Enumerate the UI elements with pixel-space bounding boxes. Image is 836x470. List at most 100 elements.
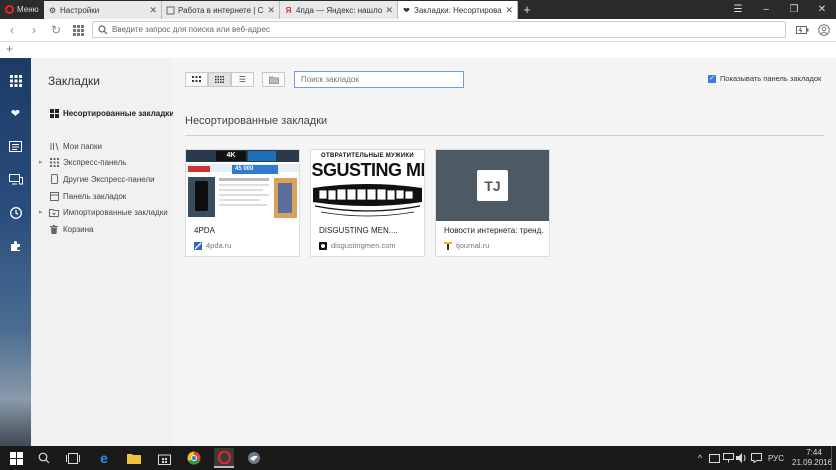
page-icon — [166, 6, 175, 15]
close-icon[interactable]: ✕ — [267, 5, 275, 16]
sidebar-item-label: Экспресс-панель — [63, 157, 127, 167]
minimize-icon[interactable]: – — [752, 0, 780, 19]
thumb-promo-4k: 4K — [216, 151, 246, 161]
bookmark-thumbnail: ОТВРАТИТЕЛЬНЫЕ МУЖИКИ ISGUSTING ME — [311, 150, 424, 221]
sidebar-item-speed-dial[interactable]: Экспресс-панель — [49, 157, 126, 167]
app-bird-icon[interactable] — [246, 450, 262, 466]
tab-yandex-search[interactable]: Я 4пда — Яндекс: нашлось ✕ — [280, 1, 398, 19]
search-icon[interactable] — [36, 450, 52, 466]
news-icon[interactable] — [8, 139, 23, 154]
opera-taskbar-icon[interactable] — [214, 448, 234, 468]
back-icon[interactable]: ‹ — [4, 22, 20, 38]
sidebar-item-other-speed-dials[interactable]: Другие Экспресс-панели — [49, 174, 155, 184]
expand-arrow-icon[interactable]: ▸ — [39, 208, 43, 216]
expand-arrow-icon[interactable]: ▸ — [39, 158, 43, 166]
maximize-icon[interactable]: ❐ — [780, 0, 808, 19]
close-icon[interactable]: ✕ — [385, 5, 393, 16]
sidebar-title: Закладки — [48, 74, 100, 88]
thumb-promo-price: 45 000 — [232, 165, 278, 174]
favicon-disgustingmen-icon — [319, 241, 327, 250]
bookmark-card-disgustingmen[interactable]: ОТВРАТИТЕЛЬНЫЕ МУЖИКИ ISGUSTING ME DISGU… — [310, 149, 425, 257]
sidebar-item-my-folders[interactable]: Мои папки — [49, 141, 102, 151]
speed-dial-icon[interactable] — [8, 73, 23, 88]
checkbox-checked-icon[interactable]: ✓ — [708, 74, 716, 83]
new-tab-button[interactable]: + — [518, 0, 536, 19]
battery-saver-icon[interactable] — [794, 22, 810, 38]
windows-taskbar: e ^ РУС 7:44 21.09.2016 — [0, 446, 836, 470]
bookmarks-heart-icon[interactable]: ❤ — [8, 106, 23, 121]
view-small-grid-button[interactable] — [208, 72, 231, 87]
notifications-icon[interactable] — [748, 450, 764, 466]
windows-start-icon[interactable] — [8, 450, 24, 466]
task-view-icon[interactable] — [65, 450, 81, 466]
bookmark-card-tjournal[interactable]: TJ Новости интернета: тренд... tjournal.… — [435, 149, 550, 257]
favicon-tjournal-icon — [444, 241, 452, 250]
folder-icon — [49, 207, 59, 217]
devices-icon[interactable] — [8, 172, 23, 187]
view-list-button[interactable]: ☰ — [231, 72, 254, 87]
sidebar-item-label: Панель закладок — [63, 191, 127, 201]
bookmark-card-4pda[interactable]: 4K 45 000 4PDA 4pda.ru — [185, 149, 300, 257]
bookmarks-subbar: + — [0, 42, 836, 59]
bookmark-host: disgustingmen.com — [319, 241, 396, 250]
show-bookmarks-bar-toggle[interactable]: ✓ Показывать панель закладок — [708, 74, 821, 83]
bookmark-search-input[interactable] — [294, 71, 464, 88]
opera-menu-button[interactable]: Меню — [0, 0, 42, 19]
language-indicator[interactable]: РУС — [768, 454, 784, 463]
tab-label: Закладки: Несортирова — [414, 5, 502, 15]
add-bookmark-icon[interactable]: + — [6, 42, 13, 56]
new-folder-button[interactable] — [262, 72, 285, 87]
section-title: Несортированные закладки — [185, 115, 328, 127]
tab-bar: Меню ⚙ Настройки ✕ Работа в интернете | … — [0, 0, 836, 19]
yandex-icon: Я — [285, 5, 292, 15]
url-field[interactable]: Введите запрос для поиска или веб-адрес — [92, 21, 786, 38]
thumb-big-text: ISGUSTING ME — [311, 160, 424, 180]
bookmark-title: Новости интернета: тренд... — [444, 226, 544, 235]
chrome-icon[interactable] — [186, 450, 202, 466]
show-desktop-button[interactable] — [831, 446, 836, 470]
heart-icon: ❤ — [403, 5, 410, 15]
bookmarks-sidebar: Закладки Несортированные закладки Мои па… — [31, 58, 174, 446]
tab-menu-icon[interactable]: ☰ — [724, 0, 752, 19]
sidebar-item-label: Другие Экспресс-панели — [63, 174, 155, 184]
tab-settings[interactable]: ⚙ Настройки ✕ — [44, 1, 162, 19]
bookmark-host: 4pda.ru — [194, 241, 231, 250]
forward-icon[interactable]: › — [26, 22, 42, 38]
reload-icon[interactable]: ↻ — [48, 22, 64, 38]
sidebar-item-trash[interactable]: Корзина — [49, 224, 93, 234]
address-bar: ‹ › ↻ Введите запрос для поиска или веб-… — [0, 19, 836, 42]
close-icon[interactable]: ✕ — [505, 5, 513, 16]
tab-bookmarks[interactable]: ❤ Закладки: Несортирова ✕ — [398, 1, 518, 19]
history-icon[interactable] — [8, 205, 23, 220]
bookmark-title: 4PDA — [194, 226, 215, 235]
close-icon[interactable]: ✕ — [149, 5, 157, 16]
bookmark-host-label: 4pda.ru — [206, 241, 232, 250]
bookmark-host: tjournal.ru — [444, 241, 489, 250]
store-icon[interactable] — [156, 450, 172, 466]
extensions-icon[interactable] — [8, 238, 23, 253]
tab-label: 4пда — Яндекс: нашлось — [296, 5, 383, 15]
clock-time: 7:44 — [806, 448, 822, 457]
sidebar-item-imported[interactable]: Импортированные закладки — [49, 207, 168, 217]
bookmark-thumbnail: TJ — [436, 150, 549, 221]
tab-label: Работа в интернете | Спр — [178, 5, 265, 15]
search-icon — [98, 24, 108, 34]
file-explorer-icon[interactable] — [126, 450, 142, 466]
opera-logo-icon — [5, 5, 14, 14]
sidebar-item-label: Несортированные закладки — [63, 108, 175, 118]
close-window-icon[interactable]: ✕ — [808, 0, 836, 19]
edge-icon[interactable]: e — [96, 450, 112, 466]
speed-dial-grid-icon[interactable] — [70, 22, 86, 38]
sidebar-item-unsorted[interactable]: Несортированные закладки — [49, 108, 174, 118]
tab-work-internet[interactable]: Работа в интернете | Спр ✕ — [162, 1, 280, 19]
sidebar-item-bookmarks-bar[interactable]: Панель закладок — [49, 191, 126, 201]
divider — [185, 135, 824, 136]
view-large-grid-button[interactable] — [185, 72, 208, 87]
sidebar-item-label: Корзина — [63, 224, 94, 234]
account-icon[interactable] — [816, 22, 832, 38]
opera-sidebar: ❤ — [0, 58, 31, 446]
clock-date: 21.09.2016 — [792, 458, 833, 467]
favicon-4pda-icon — [194, 241, 202, 250]
bookmark-thumbnail: 4K 45 000 — [186, 150, 299, 221]
folders-icon — [49, 141, 59, 151]
